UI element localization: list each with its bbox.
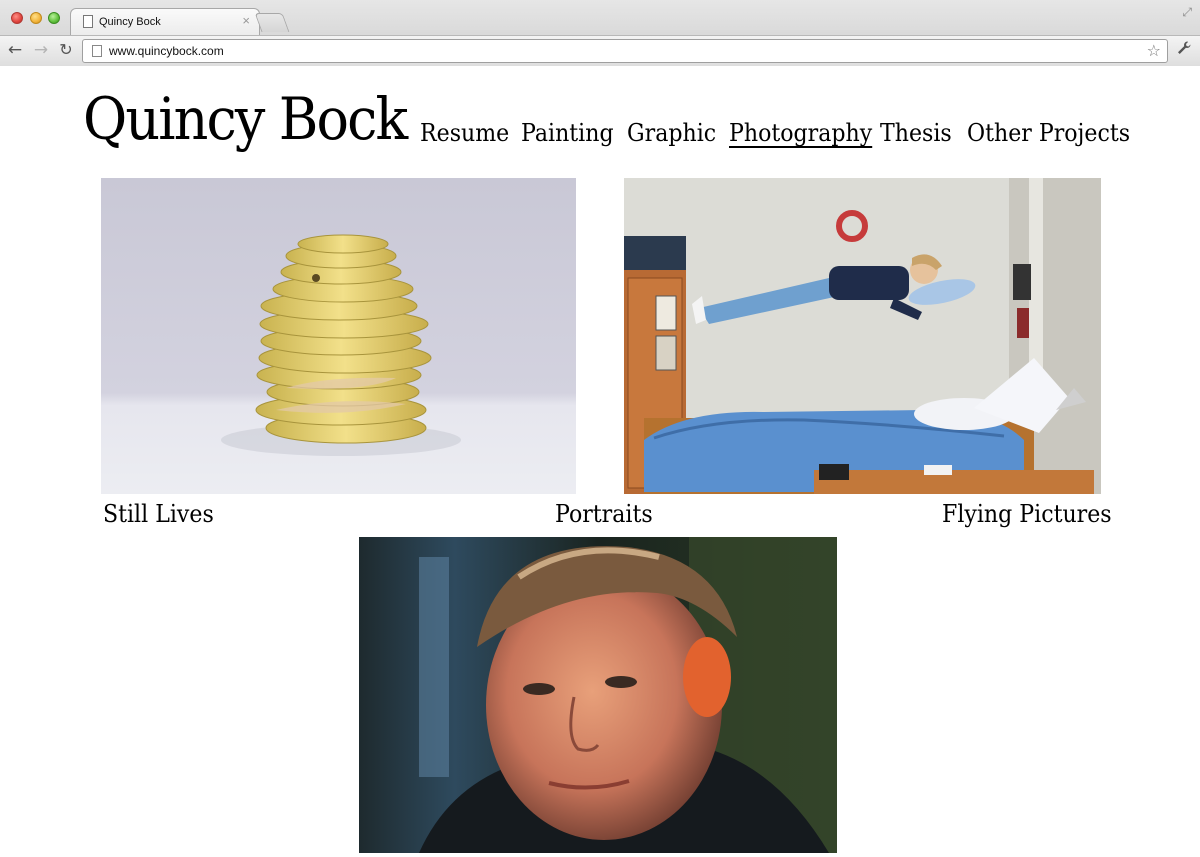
page-icon (92, 45, 102, 57)
wrench-icon (1178, 41, 1191, 54)
page-document-icon (83, 15, 93, 28)
nav-photography[interactable]: Photography (729, 120, 872, 147)
caption-flying-pictures[interactable]: Flying Pictures (942, 500, 1112, 528)
fullscreen-icon[interactable]: ⤢ (1182, 5, 1192, 20)
nav-other-projects[interactable]: Other Projects (967, 120, 1130, 147)
portraits-photo[interactable] (359, 537, 837, 853)
flying-pictures-photo[interactable] (624, 178, 1101, 494)
caption-portraits[interactable]: Portraits (555, 500, 653, 528)
address-bar[interactable]: www.quincybock.com ☆ (82, 39, 1168, 63)
browser-tab[interactable]: Quincy Bock × (70, 8, 260, 35)
tab-title: Quincy Bock (99, 16, 161, 28)
minimize-window-button[interactable] (30, 12, 42, 24)
site-title[interactable]: Quincy Bock (83, 90, 408, 148)
browser-toolbar: ← → ↻ www.quincybock.com ☆ (0, 35, 1200, 66)
new-tab-button[interactable] (254, 13, 290, 32)
nav-resume[interactable]: Resume (420, 120, 509, 147)
caption-still-lives[interactable]: Still Lives (103, 500, 214, 528)
wrench-menu-icon[interactable] (1176, 40, 1192, 60)
reload-icon[interactable]: ↻ (56, 39, 76, 61)
forward-arrow-icon[interactable]: → (31, 39, 51, 61)
nav-graphic[interactable]: Graphic (627, 120, 716, 147)
bookmark-star-icon[interactable]: ☆ (1147, 41, 1161, 60)
still-lives-photo[interactable] (101, 178, 576, 494)
close-window-button[interactable] (11, 12, 23, 24)
back-arrow-icon[interactable]: ← (5, 39, 25, 61)
tab-close-icon[interactable]: × (242, 14, 250, 28)
url-text[interactable]: www.quincybock.com (109, 44, 224, 58)
nav-thesis[interactable]: Thesis (880, 120, 952, 147)
browser-window-chrome: Quincy Bock × ⤢ ← → ↻ www.quincybock.com… (0, 0, 1200, 66)
flying-photo-image (624, 178, 1101, 494)
portrait-photo-image (359, 537, 837, 853)
still-life-photo-image (101, 178, 576, 494)
nav-painting[interactable]: Painting (521, 120, 614, 147)
zoom-window-button[interactable] (48, 12, 60, 24)
